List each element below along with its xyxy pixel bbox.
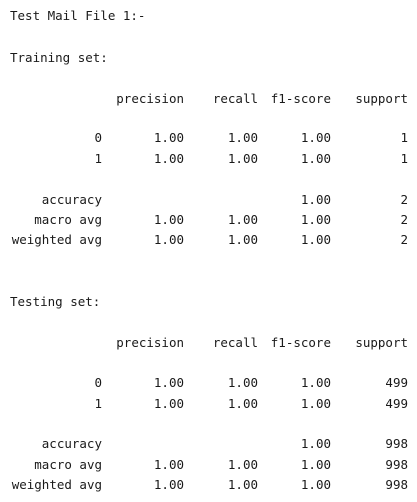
output-panel: Test Mail File 1:- Training set: precisi… xyxy=(0,0,417,502)
testing-heading: Testing set: xyxy=(10,294,101,309)
training-row-label: accuracy xyxy=(41,192,102,207)
training-row-label: macro avg xyxy=(34,212,102,227)
training-row-f1: 1.00 xyxy=(300,151,331,166)
training-row-precision: 1.00 xyxy=(153,232,184,247)
training-row-support: 2 xyxy=(400,192,408,207)
training-row-precision: 1.00 xyxy=(153,212,184,227)
testing-row-precision: 1.00 xyxy=(153,375,184,390)
testing-header-precision: precision xyxy=(116,335,184,350)
testing-row-recall: 1.00 xyxy=(227,375,258,390)
testing-row-label: 1 xyxy=(94,396,102,411)
training-header-support: support xyxy=(355,91,408,106)
testing-row-label: 0 xyxy=(94,375,102,390)
training-header-f1: f1-score xyxy=(270,91,331,106)
training-row-support: 1 xyxy=(400,130,408,145)
testing-row-support: 998 xyxy=(385,436,408,451)
testing-header-f1: f1-score xyxy=(270,335,331,350)
testing-row-label: weighted avg xyxy=(11,477,102,492)
training-row-support: 2 xyxy=(400,232,408,247)
output-title: Test Mail File 1:- xyxy=(10,8,146,23)
training-row-f1: 1.00 xyxy=(300,232,331,247)
training-row-label: 1 xyxy=(94,151,102,166)
training-row-f1: 1.00 xyxy=(300,192,331,207)
testing-row-f1: 1.00 xyxy=(300,436,331,451)
testing-row-support: 998 xyxy=(385,457,408,472)
testing-row-f1: 1.00 xyxy=(300,396,331,411)
testing-row-f1: 1.00 xyxy=(300,477,331,492)
training-row-label: weighted avg xyxy=(11,232,102,247)
testing-row-f1: 1.00 xyxy=(300,375,331,390)
testing-header-recall: recall xyxy=(212,335,258,350)
training-row-f1: 1.00 xyxy=(300,212,331,227)
training-row-recall: 1.00 xyxy=(227,130,258,145)
training-row-support: 1 xyxy=(400,151,408,166)
testing-row-recall: 1.00 xyxy=(227,477,258,492)
training-row-precision: 1.00 xyxy=(153,151,184,166)
training-header-precision: precision xyxy=(116,91,184,106)
testing-row-label: macro avg xyxy=(34,457,102,472)
training-row-recall: 1.00 xyxy=(227,212,258,227)
testing-row-support: 499 xyxy=(385,375,408,390)
testing-row-f1: 1.00 xyxy=(300,457,331,472)
training-row-recall: 1.00 xyxy=(227,232,258,247)
testing-row-label: accuracy xyxy=(41,436,102,451)
training-row-precision: 1.00 xyxy=(153,130,184,145)
training-row-recall: 1.00 xyxy=(227,151,258,166)
testing-row-precision: 1.00 xyxy=(153,457,184,472)
testing-row-precision: 1.00 xyxy=(153,396,184,411)
training-heading: Training set: xyxy=(10,50,108,65)
training-row-f1: 1.00 xyxy=(300,130,331,145)
testing-row-support: 998 xyxy=(385,477,408,492)
testing-row-precision: 1.00 xyxy=(153,477,184,492)
testing-row-recall: 1.00 xyxy=(227,396,258,411)
training-row-label: 0 xyxy=(94,130,102,145)
testing-header-support: support xyxy=(355,335,408,350)
testing-row-recall: 1.00 xyxy=(227,457,258,472)
training-header-recall: recall xyxy=(212,91,258,106)
testing-row-support: 499 xyxy=(385,396,408,411)
training-row-support: 2 xyxy=(400,212,408,227)
